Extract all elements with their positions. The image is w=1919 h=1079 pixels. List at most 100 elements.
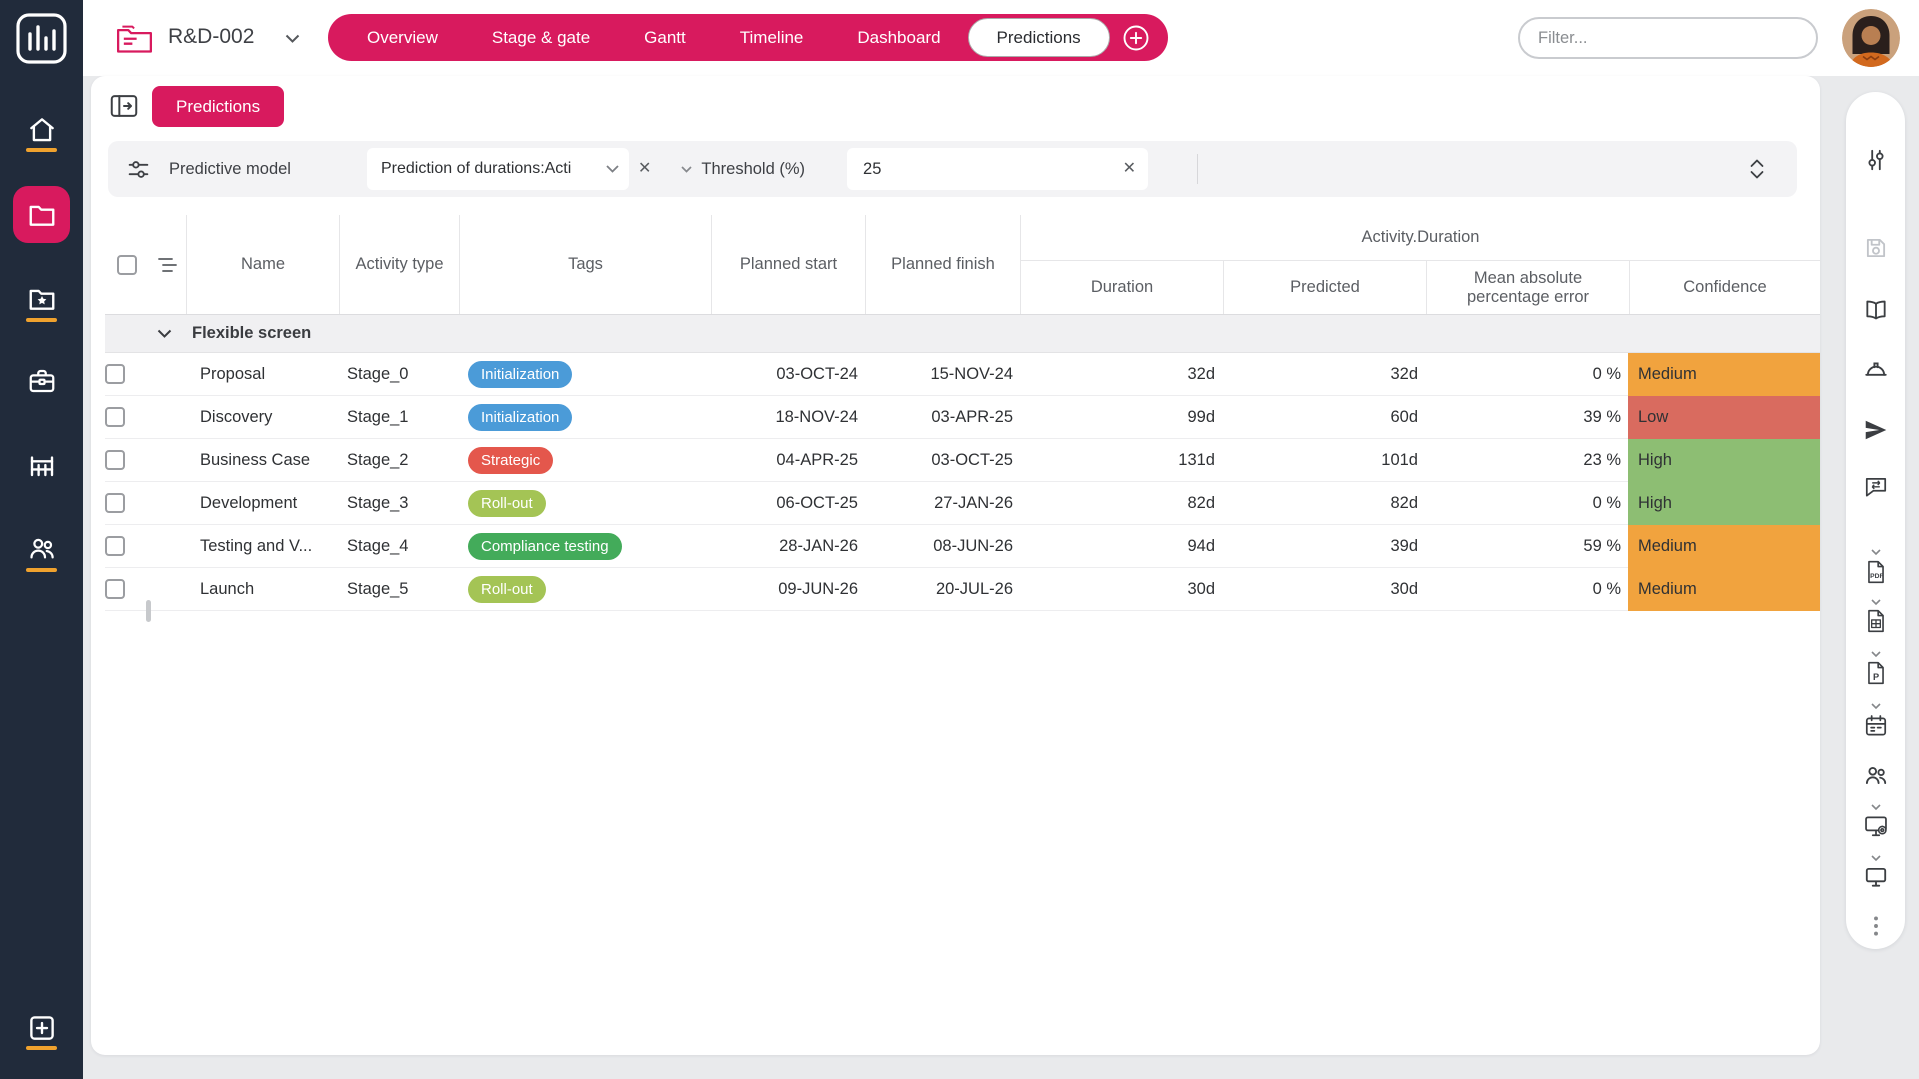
predictive-model-select[interactable]: Prediction of durations:Acti xyxy=(367,148,629,190)
active-indicator xyxy=(26,318,57,322)
column-header-planned-finish[interactable]: Planned finish xyxy=(865,215,1020,314)
row-indent xyxy=(149,568,186,610)
predictions-view-button[interactable]: Predictions xyxy=(152,86,284,127)
table-row[interactable]: Business Case Stage_2 Strategic 04-APR-2… xyxy=(105,439,1820,482)
export-excel-icon[interactable] xyxy=(1863,608,1889,634)
chevron-down-icon[interactable] xyxy=(1870,548,1882,557)
tag-pill: Roll-out xyxy=(468,576,546,603)
row-checkbox[interactable] xyxy=(105,407,125,427)
hard-hat-icon[interactable] xyxy=(1863,358,1889,384)
cell-activity-type: Stage_4 xyxy=(339,525,459,567)
cell-mape: 0 % xyxy=(1425,482,1628,524)
column-label: Name xyxy=(241,255,285,274)
table-row[interactable]: Discovery Stage_1 Initialization 18-NOV-… xyxy=(105,396,1820,439)
app-logo[interactable] xyxy=(0,12,83,65)
nav-toolbox[interactable] xyxy=(0,366,83,396)
cell-planned-finish: 20-JUL-26 xyxy=(865,568,1020,610)
project-switcher[interactable] xyxy=(116,22,153,54)
more-options-icon[interactable] xyxy=(1863,913,1889,939)
tune-icon[interactable] xyxy=(126,157,151,182)
threshold-input[interactable] xyxy=(847,148,1148,190)
column-header-duration[interactable]: Duration xyxy=(1021,261,1223,314)
column-header-planned-start[interactable]: Planned start xyxy=(711,215,865,314)
column-label: Duration xyxy=(1091,278,1153,297)
group-row-flexible-screen[interactable]: Flexible screen xyxy=(105,315,1820,353)
chevron-down-icon[interactable] xyxy=(285,34,300,43)
column-header-name[interactable]: Name xyxy=(186,215,339,314)
column-label: Planned finish xyxy=(891,255,995,274)
active-indicator xyxy=(26,1046,57,1050)
row-checkbox[interactable] xyxy=(105,450,125,470)
documentation-book-icon[interactable] xyxy=(1863,297,1889,323)
cell-planned-finish: 27-JAN-26 xyxy=(865,482,1020,524)
scrollbar-thumb[interactable] xyxy=(146,600,151,622)
collapse-filter-bar-button[interactable] xyxy=(1749,158,1765,180)
tab[interactable]: Overview xyxy=(340,14,465,61)
tab[interactable]: Timeline xyxy=(713,14,831,61)
clear-threshold-button[interactable]: ✕ xyxy=(1123,161,1136,177)
chevron-down-icon[interactable] xyxy=(1870,598,1882,607)
row-checkbox[interactable] xyxy=(105,536,125,556)
divider xyxy=(1197,154,1198,184)
project-folder-icon xyxy=(116,22,153,54)
table-row[interactable]: Proposal Stage_0 Initialization 03-OCT-2… xyxy=(105,353,1820,396)
cell-name: Launch xyxy=(186,568,339,610)
column-header-tags[interactable]: Tags xyxy=(459,215,711,314)
cell-name: Testing and V... xyxy=(186,525,339,567)
confidence-cell: High xyxy=(1628,439,1820,482)
select-all-checkbox[interactable] xyxy=(117,255,137,275)
chevron-down-icon[interactable] xyxy=(1870,702,1882,711)
screen-settings-icon[interactable] xyxy=(1863,813,1889,839)
sub-header-row: Duration Predicted Mean absolute percent… xyxy=(1021,261,1820,314)
group-header-label: Activity.Duration xyxy=(1021,215,1820,261)
chevron-down-icon[interactable] xyxy=(157,329,172,338)
send-icon[interactable] xyxy=(1863,417,1889,443)
table-row[interactable]: Development Stage_3 Roll-out 06-OCT-25 2… xyxy=(105,482,1820,525)
folder-icon xyxy=(27,200,57,230)
nav-projects[interactable] xyxy=(13,186,70,243)
tab-label: Gantt xyxy=(644,28,686,48)
chevron-down-icon[interactable] xyxy=(1870,854,1882,863)
row-indent xyxy=(149,353,186,395)
row-checkbox[interactable] xyxy=(105,493,125,513)
cell-activity-type: Stage_5 xyxy=(339,568,459,610)
chevron-down-icon[interactable] xyxy=(1870,650,1882,659)
chat-exchange-icon[interactable] xyxy=(1863,474,1889,500)
export-powerpoint-icon[interactable]: P xyxy=(1863,660,1889,686)
nav-add-project[interactable] xyxy=(0,1013,83,1043)
team-icon[interactable] xyxy=(1863,762,1889,788)
user-avatar[interactable] xyxy=(1842,9,1900,67)
row-checkbox[interactable] xyxy=(105,364,125,384)
nav-portfolio[interactable] xyxy=(0,284,83,314)
tab[interactable]: Dashboard xyxy=(830,14,967,61)
chevron-down-icon[interactable] xyxy=(1870,803,1882,812)
tab[interactable]: Predictions xyxy=(968,18,1110,57)
column-header-mape[interactable]: Mean absolute percentage error xyxy=(1426,261,1629,314)
screen-icon[interactable] xyxy=(1863,864,1889,890)
row-checkbox[interactable] xyxy=(105,579,125,599)
chevron-down-small-icon[interactable] xyxy=(681,166,692,173)
calendar-icon[interactable] xyxy=(1863,713,1889,739)
table-row[interactable]: Testing and V... Stage_4 Compliance test… xyxy=(105,525,1820,568)
column-header-activity-type[interactable]: Activity type xyxy=(339,215,459,314)
column-header-predicted[interactable]: Predicted xyxy=(1223,261,1426,314)
adjust-columns-icon[interactable] xyxy=(1863,147,1889,173)
tab[interactable]: Stage & gate xyxy=(465,14,617,61)
hierarchy-toggle[interactable] xyxy=(149,215,186,314)
clear-model-button[interactable]: ✕ xyxy=(638,161,651,177)
avatar-photo xyxy=(1842,9,1900,67)
table-row[interactable]: Launch Stage_5 Roll-out 09-JUN-26 20-JUL… xyxy=(105,568,1820,611)
svg-text:PDF: PDF xyxy=(1870,573,1883,580)
save-icon[interactable] xyxy=(1863,235,1889,261)
collapse-sidebar-button[interactable] xyxy=(110,93,140,119)
tab[interactable]: Gantt xyxy=(617,14,713,61)
add-tab-button[interactable] xyxy=(1122,24,1150,52)
tag-pill: Compliance testing xyxy=(468,533,622,560)
global-filter-input[interactable] xyxy=(1518,17,1818,59)
nav-home[interactable] xyxy=(0,115,83,145)
column-header-confidence[interactable]: Confidence xyxy=(1629,261,1820,314)
nav-resources[interactable] xyxy=(0,533,83,563)
nav-stage-gate[interactable] xyxy=(0,450,83,480)
cell-planned-start: 09-JUN-26 xyxy=(711,568,865,610)
export-pdf-icon[interactable]: PDF xyxy=(1863,559,1889,585)
